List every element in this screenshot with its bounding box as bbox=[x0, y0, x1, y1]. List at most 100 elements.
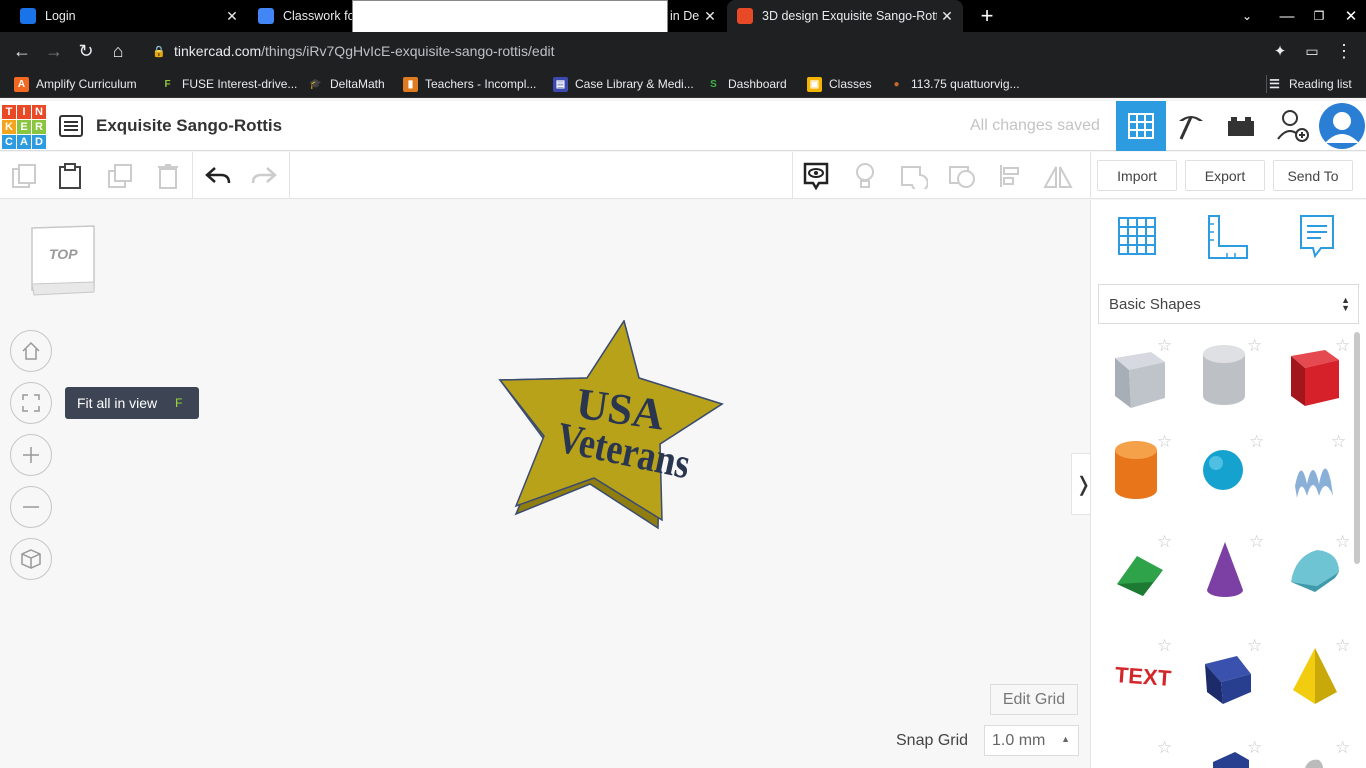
classroom-icon: ▣ bbox=[807, 76, 822, 92]
favorite-star-icon[interactable]: ☆ bbox=[1157, 740, 1172, 758]
bookmark-classes[interactable]: ▣ Classes bbox=[807, 75, 872, 93]
star-model[interactable]: USA Veterans bbox=[498, 319, 726, 543]
shape-cylinder[interactable]: ☆ bbox=[1113, 432, 1183, 516]
cast-icon[interactable]: ▭ bbox=[1296, 32, 1328, 70]
extensions-icon[interactable]: ✦ bbox=[1264, 32, 1296, 70]
shape-box[interactable]: ☆ bbox=[1287, 336, 1357, 420]
bricks-icon[interactable] bbox=[1216, 101, 1266, 151]
avatar[interactable] bbox=[1318, 101, 1366, 151]
graduation-cap-icon: 🎓 bbox=[309, 78, 322, 90]
favorite-star-icon[interactable]: ☆ bbox=[1331, 432, 1346, 452]
lightbulb-icon[interactable] bbox=[841, 152, 889, 199]
ungroup-icon[interactable] bbox=[938, 152, 986, 199]
align-icon[interactable] bbox=[986, 152, 1034, 199]
snap-grid-select[interactable]: 1.0 mm ▲ bbox=[984, 725, 1079, 756]
paste-icon[interactable] bbox=[46, 152, 94, 199]
design-title[interactable]: Exquisite Sango-Rottis bbox=[96, 116, 282, 136]
bookmark-label: Amplify Curriculum bbox=[36, 77, 137, 91]
notes-eye-icon[interactable] bbox=[792, 152, 840, 199]
zoom-in-button[interactable] bbox=[10, 434, 52, 476]
shape-partial[interactable]: ☆ bbox=[1113, 740, 1183, 768]
minimize-button[interactable]: — bbox=[1270, 0, 1304, 32]
reload-icon[interactable]: ↻ bbox=[70, 32, 102, 70]
address-bar[interactable]: 🔒 tinkercad.com/things/iRv7QgHvIcE-exqui… bbox=[140, 36, 1260, 66]
favorite-star-icon[interactable]: ☆ bbox=[1335, 532, 1350, 552]
favorite-star-icon[interactable]: ☆ bbox=[1157, 336, 1172, 356]
tab-search-icon[interactable]: ⌄ bbox=[1230, 0, 1264, 32]
trash-icon[interactable] bbox=[144, 152, 192, 199]
panel-scrollbar[interactable] bbox=[1354, 332, 1360, 564]
undo-icon[interactable] bbox=[194, 152, 242, 199]
bookmark-case-library[interactable]: ▤ Case Library & Medi... bbox=[553, 75, 694, 93]
shape-cylinder-hole[interactable]: ☆ bbox=[1199, 336, 1269, 420]
window-close-button[interactable]: ✕ bbox=[1334, 0, 1366, 32]
perspective-button[interactable] bbox=[10, 538, 52, 580]
group-icon[interactable] bbox=[890, 152, 938, 199]
shape-roof[interactable]: ☆ bbox=[1113, 532, 1183, 616]
shape-pyramid[interactable]: ☆ bbox=[1289, 636, 1359, 720]
favorite-star-icon[interactable]: ☆ bbox=[1157, 532, 1172, 552]
shape-library-select[interactable]: Basic Shapes ▲ ▼ bbox=[1098, 284, 1359, 324]
home-icon[interactable]: ⌂ bbox=[102, 32, 134, 70]
tinkercad-logo[interactable]: T I N K E R C A D bbox=[2, 105, 46, 149]
bookmark-quattuorvig[interactable]: ● 113.75 quattuorvig... bbox=[889, 75, 1019, 93]
tab-login[interactable]: Login ✕ bbox=[0, 0, 248, 32]
favorite-star-icon[interactable]: ☆ bbox=[1335, 740, 1350, 758]
bookmark-fuse[interactable]: F FUSE Interest-drive... bbox=[160, 75, 297, 93]
home-view-button[interactable] bbox=[10, 330, 52, 372]
bookmark-deltamath[interactable]: 🎓 DeltaMath bbox=[308, 75, 384, 93]
shape-partial[interactable]: ☆ bbox=[1289, 740, 1359, 768]
favorite-star-icon[interactable]: ☆ bbox=[1249, 532, 1264, 552]
bookmark-dashboard[interactable]: S Dashboard bbox=[706, 75, 787, 93]
view-cube[interactable]: TOP bbox=[28, 224, 98, 303]
favorite-star-icon[interactable]: ☆ bbox=[1247, 636, 1262, 656]
back-arrow-icon[interactable]: ← bbox=[6, 32, 38, 70]
favorite-star-icon[interactable]: ☆ bbox=[1157, 432, 1172, 452]
favorite-star-icon[interactable]: ☆ bbox=[1249, 432, 1264, 452]
export-button[interactable]: Export bbox=[1185, 160, 1265, 191]
add-user-icon[interactable] bbox=[1268, 101, 1318, 151]
reading-list[interactable]: ☰ Reading list bbox=[1266, 75, 1352, 93]
mirror-icon[interactable] bbox=[1034, 152, 1082, 199]
bookmark-teachers[interactable]: ▮ Teachers - Incompl... bbox=[403, 75, 536, 93]
favorite-star-icon[interactable]: ☆ bbox=[1335, 636, 1350, 656]
shape-partial[interactable]: ☆ bbox=[1199, 740, 1269, 768]
notes-icon[interactable] bbox=[1297, 214, 1337, 265]
copy-icon[interactable] bbox=[0, 152, 48, 199]
workplane[interactable]: TOP Fit all in view F USA Veterans Edit … bbox=[0, 200, 1090, 768]
shape-cone[interactable]: ☆ bbox=[1203, 532, 1273, 616]
edit-grid-button[interactable]: Edit Grid bbox=[990, 684, 1078, 715]
tab-tinkercad[interactable]: 3D design Exquisite Sango-Rottis ✕ bbox=[727, 0, 963, 32]
import-button[interactable]: Import bbox=[1097, 160, 1177, 191]
shape-scribble[interactable]: ☆ bbox=[1291, 432, 1361, 516]
shape-text[interactable]: TEXT ☆ bbox=[1113, 636, 1183, 720]
redo-icon[interactable] bbox=[240, 152, 288, 199]
duplicate-icon[interactable] bbox=[96, 152, 144, 199]
new-tab-button[interactable]: + bbox=[970, 0, 1004, 32]
close-icon[interactable]: ✕ bbox=[700, 8, 720, 25]
divider bbox=[1090, 152, 1091, 199]
shape-prism[interactable]: ☆ bbox=[1199, 636, 1269, 720]
shape-sphere[interactable]: ☆ bbox=[1201, 432, 1271, 516]
forward-arrow-icon[interactable]: → bbox=[38, 32, 70, 70]
3d-design-view-button[interactable] bbox=[1116, 101, 1166, 151]
favorite-star-icon[interactable]: ☆ bbox=[1335, 336, 1350, 356]
design-list-icon[interactable] bbox=[46, 101, 96, 151]
bookmark-amplify[interactable]: A Amplify Curriculum bbox=[14, 75, 137, 93]
menu-icon[interactable]: ⋮ bbox=[1328, 32, 1360, 70]
shapes-panel: Basic Shapes ▲ ▼ ☆ ☆ ☆ ☆ ☆ ☆ ☆ ☆ ☆ TEXT … bbox=[1090, 200, 1366, 768]
shape-round-roof[interactable]: ☆ bbox=[1287, 532, 1357, 616]
workplane-icon[interactable] bbox=[1115, 214, 1159, 263]
favorite-star-icon[interactable]: ☆ bbox=[1247, 740, 1262, 758]
shape-box-hole[interactable]: ☆ bbox=[1109, 336, 1179, 420]
maximize-button[interactable]: ❐ bbox=[1302, 0, 1336, 32]
ruler-icon[interactable] bbox=[1205, 214, 1249, 265]
close-icon[interactable]: ✕ bbox=[222, 8, 242, 25]
pickaxe-icon[interactable] bbox=[1166, 101, 1216, 151]
fit-all-in-view-button[interactable] bbox=[10, 382, 52, 424]
favorite-star-icon[interactable]: ☆ bbox=[1247, 336, 1262, 356]
favorite-star-icon[interactable]: ☆ bbox=[1157, 636, 1172, 656]
zoom-out-button[interactable] bbox=[10, 486, 52, 528]
send-to-button[interactable]: Send To bbox=[1273, 160, 1353, 191]
close-icon[interactable]: ✕ bbox=[937, 8, 957, 25]
